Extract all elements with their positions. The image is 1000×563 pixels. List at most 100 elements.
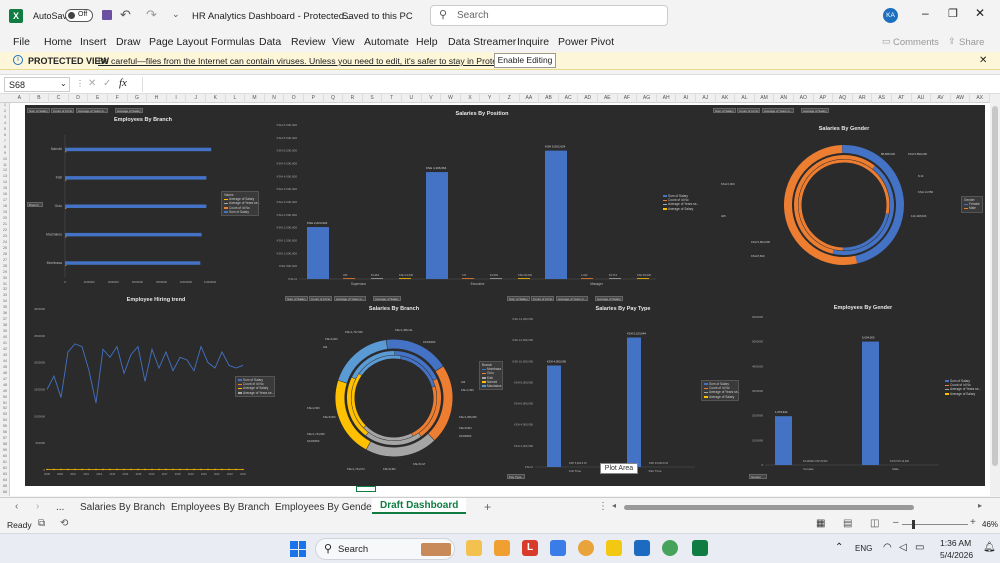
column-header[interactable]: V	[422, 94, 442, 103]
column-header[interactable]: E	[88, 94, 108, 103]
column-header[interactable]: U	[402, 94, 422, 103]
column-header[interactable]: W	[441, 94, 461, 103]
column-header[interactable]: AM	[755, 94, 775, 103]
chart-employees-by-gender[interactable]: Employees By Gender 6000000 5000000 400000…	[741, 293, 985, 486]
cancel-icon[interactable]: ✕	[88, 78, 96, 89]
column-header[interactable]: AC	[559, 94, 579, 103]
sticky-notes-icon[interactable]	[494, 540, 510, 556]
column-header[interactable]: AL	[735, 94, 755, 103]
chart-legend[interactable]: Values Average of Salary Average of Year…	[221, 191, 260, 217]
enter-icon[interactable]: ✓	[103, 78, 111, 89]
sheet-tab-employees-by-gender[interactable]: Employees By Gender	[275, 502, 375, 513]
wifi-icon[interactable]: ◠	[883, 542, 892, 553]
column-header[interactable]: AA	[520, 94, 540, 103]
column-header[interactable]: C	[49, 94, 69, 103]
chrome-profile-icon[interactable]	[662, 540, 678, 556]
add-sheet-icon[interactable]: +	[484, 500, 491, 514]
chart-legend[interactable]: Sum of Salary Count of Id No Average of …	[235, 376, 275, 397]
column-header[interactable]: Z	[500, 94, 520, 103]
chart-legend[interactable]: Branch Mombasa Gulu Kisii Nairobi Machak…	[479, 361, 503, 391]
chart-employees-by-branch[interactable]: Sum of Salary Count of Id No Average of …	[25, 105, 261, 295]
scroll-left-icon[interactable]: ‹	[15, 501, 18, 512]
column-header[interactable]: N	[265, 94, 285, 103]
normal-view-icon[interactable]: ▦	[816, 518, 825, 529]
accessibility-icon[interactable]: ⧉	[38, 518, 45, 529]
zoom-slider-thumb[interactable]	[912, 520, 915, 529]
zoom-slider[interactable]	[902, 520, 968, 529]
outlook-icon[interactable]	[634, 540, 650, 556]
tray-chevron-icon[interactable]: ⌃	[835, 542, 843, 553]
chart-employee-hiring-trend[interactable]: Employee Hiring trend 3000000 2500000 2000…	[25, 293, 287, 486]
tab-inquire[interactable]: Inquire	[517, 36, 549, 48]
taskbar-search[interactable]: ⚲ Search	[315, 538, 455, 560]
sheet-tab-employees-by-branch[interactable]: Employees By Branch	[171, 502, 269, 513]
tab-formulas[interactable]: Formulas	[211, 36, 255, 48]
column-header[interactable]: I	[167, 94, 187, 103]
column-header[interactable]: L	[226, 94, 246, 103]
column-header[interactable]: Y	[480, 94, 500, 103]
column-header[interactable]: M	[245, 94, 265, 103]
column-header[interactable]: AG	[637, 94, 657, 103]
comments-button[interactable]: Comments	[893, 37, 939, 48]
name-box[interactable]: S68 ⌄	[4, 77, 70, 92]
column-header[interactable]: AB	[539, 94, 559, 103]
tab-data[interactable]: Data	[259, 36, 281, 48]
column-header[interactable]: AU	[912, 94, 932, 103]
undo-icon[interactable]: ↶	[120, 7, 131, 23]
column-header[interactable]: Q	[324, 94, 344, 103]
column-header[interactable]: S	[363, 94, 383, 103]
gender-field-dropdown[interactable]: Gender	[749, 474, 767, 479]
column-header[interactable]: D	[69, 94, 89, 103]
column-header[interactable]: AS	[872, 94, 892, 103]
tab-automate[interactable]: Automate	[364, 36, 409, 48]
column-header[interactable]: AW	[951, 94, 971, 103]
column-header[interactable]: AH	[657, 94, 677, 103]
chart-legend[interactable]: Gender Female Male	[961, 196, 983, 213]
horizontal-scrollbar[interactable]: ◂ ▸	[612, 501, 987, 512]
tab-home[interactable]: Home	[44, 36, 72, 48]
tab-help[interactable]: Help	[416, 36, 438, 48]
saved-status[interactable]: Saved to this PC	[342, 11, 413, 22]
sheet-tab-more[interactable]: ...	[56, 502, 64, 513]
scroll-right-icon[interactable]: ›	[36, 501, 39, 512]
tab-split-icon[interactable]: ⋮	[598, 501, 608, 512]
minimize-icon[interactable]: –	[922, 6, 929, 20]
h-scroll-right-icon[interactable]: ▸	[978, 501, 982, 510]
paytype-field-dropdown[interactable]: Pay Type	[507, 474, 525, 479]
chart-legend[interactable]: Sum of Salary Count of Id No Average of …	[701, 380, 740, 401]
sheet-tab-draft-dashboard[interactable]: Draft Dashboard	[372, 498, 467, 514]
tab-power-pivot[interactable]: Power Pivot	[558, 36, 614, 48]
column-header[interactable]: AN	[774, 94, 794, 103]
column-header[interactable]: AQ	[833, 94, 853, 103]
column-header[interactable]: AR	[853, 94, 873, 103]
macro-icon[interactable]: ⟲	[60, 518, 68, 529]
column-header[interactable]: H	[147, 94, 167, 103]
column-header[interactable]: AJ	[696, 94, 716, 103]
tab-review[interactable]: Review	[291, 36, 325, 48]
column-header[interactable]: B	[30, 94, 50, 103]
formula-input[interactable]	[142, 77, 994, 92]
clock-date[interactable]: 5/4/2026	[940, 550, 973, 560]
column-header[interactable]: AI	[676, 94, 696, 103]
zoom-level[interactable]: 46%	[982, 520, 998, 529]
customize-qat-icon[interactable]: ⌄	[172, 9, 180, 20]
tab-data-streamer[interactable]: Data Streamer	[448, 36, 516, 48]
chart-salaries-by-branch[interactable]: Sum of Salary Count of Id No Average of …	[283, 293, 505, 486]
column-header[interactable]: K	[206, 94, 226, 103]
volume-icon[interactable]: ◁	[899, 542, 907, 553]
h-scroll-thumb[interactable]	[624, 505, 914, 510]
row-header[interactable]: 66	[0, 490, 10, 496]
column-header[interactable]: X	[461, 94, 481, 103]
store-icon[interactable]	[550, 540, 566, 556]
column-header[interactable]: AV	[931, 94, 951, 103]
autosave-toggle[interactable]: Off	[65, 9, 93, 22]
maximize-icon[interactable]: ❐	[948, 7, 958, 20]
column-header[interactable]: J	[186, 94, 206, 103]
chrome-icon[interactable]	[578, 540, 594, 556]
tab-view[interactable]: View	[332, 36, 355, 48]
language-indicator[interactable]: ENG	[855, 544, 872, 553]
zoom-in-icon[interactable]: +	[970, 517, 976, 528]
column-header[interactable]: AF	[618, 94, 638, 103]
page-layout-view-icon[interactable]: ▤	[843, 518, 852, 529]
column-header[interactable]: AD	[578, 94, 598, 103]
